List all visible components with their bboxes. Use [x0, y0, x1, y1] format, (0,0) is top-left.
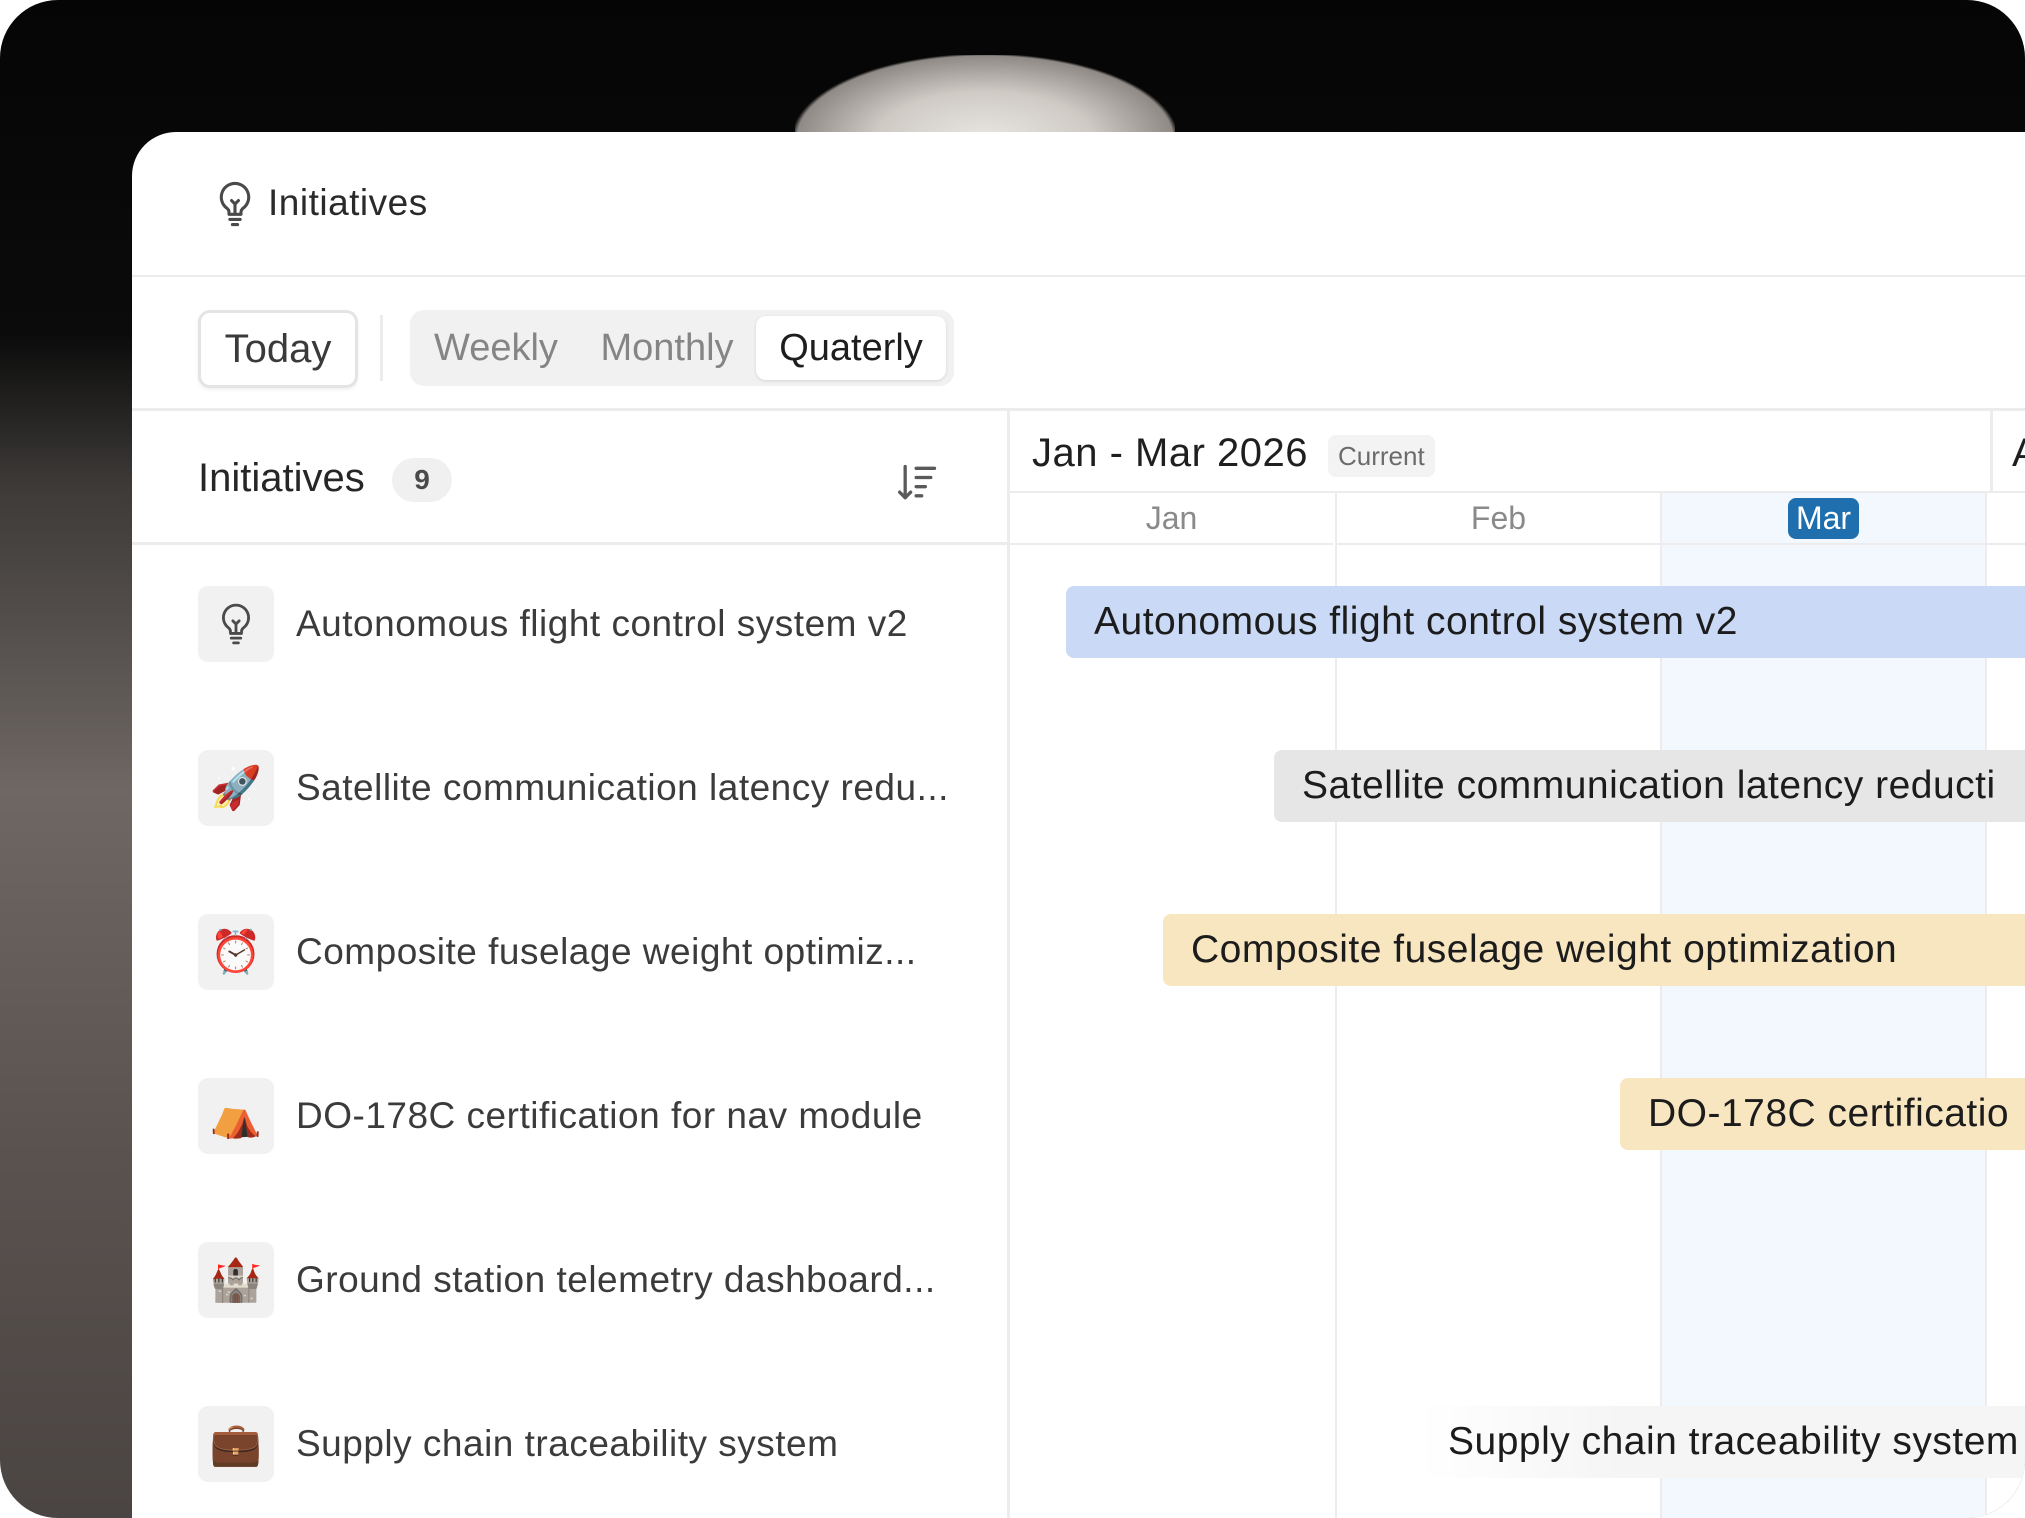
today-button[interactable]: Today: [198, 310, 358, 388]
month-label: Jan: [1010, 493, 1333, 545]
view-toolbar: Today Weekly Monthly Quaterly: [132, 277, 2025, 411]
period-title: Jan - Mar 2026: [1032, 431, 1309, 475]
list-item[interactable]: 🏰 Ground station telemetry dashboard...: [132, 1198, 1007, 1362]
app-header: Initiatives: [132, 132, 2025, 277]
lightbulb-icon: [198, 586, 274, 662]
list-title: Initiatives: [198, 456, 365, 500]
briefcase-icon: 💼: [198, 1406, 274, 1482]
list-item[interactable]: ⏰ Composite fuselage weight optimiz...: [132, 870, 1007, 1034]
timeline-bar[interactable]: Supply chain traceability system: [1420, 1406, 2025, 1478]
tent-icon: ⛺: [198, 1078, 274, 1154]
list-item-label: Autonomous flight control system v2: [296, 603, 908, 644]
period-divider: [1990, 411, 1993, 491]
list-item-label: Supply chain traceability system: [296, 1423, 839, 1464]
timeline: Jan Feb Mar Jan - Mar 2026 Current A Aut…: [1010, 411, 2025, 1518]
lightbulb-icon: [219, 181, 251, 227]
list-item[interactable]: 🚀 Satellite communication latency redu..…: [132, 706, 1007, 870]
view-monthly-tab[interactable]: Monthly: [592, 316, 742, 380]
list-header: Initiatives 9: [132, 411, 1007, 545]
page-title: Initiatives: [268, 182, 428, 223]
timeline-bar[interactable]: Satellite communication latency reducti: [1274, 750, 2025, 822]
timeline-bar[interactable]: Composite fuselage weight optimization: [1163, 914, 2025, 986]
list-item[interactable]: Autonomous flight control system v2: [132, 542, 1007, 706]
toolbar-divider: [380, 315, 383, 381]
next-period-title: A: [2012, 431, 2025, 476]
list-item[interactable]: 💼 Supply chain traceability system: [132, 1362, 1007, 1518]
timeline-bar[interactable]: Autonomous flight control system v2: [1066, 586, 2025, 658]
timeline-bar[interactable]: DO-178C certificatio: [1620, 1078, 2025, 1150]
list-item-label: Ground station telemetry dashboard...: [296, 1259, 936, 1300]
list-item[interactable]: ⛺ DO-178C certification for nav module: [132, 1034, 1007, 1198]
initiatives-panel: Initiatives Today Weekly Monthly Quaterl…: [132, 132, 2025, 1518]
month-label: [1987, 493, 2025, 545]
background-photo: Initiatives Today Weekly Monthly Quaterl…: [0, 0, 2025, 1518]
alarm-clock-icon: ⏰: [198, 914, 274, 990]
castle-icon: 🏰: [198, 1242, 274, 1318]
current-badge: Current: [1328, 435, 1435, 477]
view-switcher: Weekly Monthly Quaterly: [410, 310, 954, 386]
list-item-label: Satellite communication latency redu...: [296, 767, 949, 808]
count-badge: 9: [392, 458, 452, 502]
view-quarterly-tab[interactable]: Quaterly: [756, 316, 946, 380]
month-label-current: Mar: [1662, 493, 1985, 545]
list-item-label: Composite fuselage weight optimiz...: [296, 931, 917, 972]
period-header: Jan - Mar 2026 Current A: [1010, 411, 2025, 493]
rocket-icon: 🚀: [198, 750, 274, 826]
sort-descending-icon[interactable]: [896, 461, 940, 505]
month-label: Feb: [1337, 493, 1660, 545]
list-item-label: DO-178C certification for nav module: [296, 1095, 923, 1136]
view-weekly-tab[interactable]: Weekly: [422, 316, 570, 380]
